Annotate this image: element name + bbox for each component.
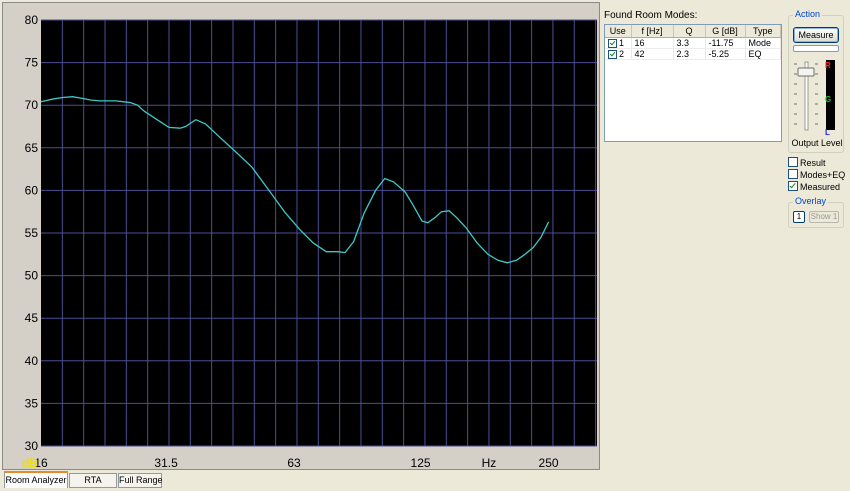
column-header-frequency[interactable]: f [Hz] bbox=[631, 25, 674, 38]
tab-rta[interactable]: RTA bbox=[69, 473, 117, 488]
y-tick-label: 70 bbox=[25, 98, 39, 112]
y-tick-label: 50 bbox=[25, 269, 39, 283]
modes-eq-checkbox[interactable] bbox=[788, 169, 798, 179]
room-modes-list[interactable]: Use f [Hz] Q G [dB] Type 1 16 3.3 -11.75… bbox=[604, 24, 782, 142]
use-checkbox[interactable] bbox=[608, 39, 617, 49]
overlay-group: Overlay 1 Show 1 bbox=[788, 196, 844, 228]
use-cell[interactable]: 2 bbox=[605, 48, 632, 61]
use-checkbox[interactable] bbox=[608, 50, 617, 60]
column-header-type[interactable]: Type bbox=[745, 25, 781, 38]
x-tick-label: 63 bbox=[287, 456, 301, 470]
y-tick-label: 30 bbox=[25, 439, 39, 453]
measure-progress-bar bbox=[793, 45, 839, 52]
x-tick-label: 125 bbox=[411, 456, 431, 470]
column-header-q[interactable]: Q bbox=[673, 25, 706, 38]
gain-cell: -11.75 bbox=[705, 37, 746, 50]
room-modes-title: Found Room Modes: bbox=[604, 10, 698, 21]
y-tick-label: 75 bbox=[25, 56, 39, 70]
result-checkbox-row[interactable]: Result bbox=[788, 157, 826, 168]
frequency-cell: 16 bbox=[631, 37, 674, 50]
modes-eq-checkbox-row[interactable]: Modes+EQ bbox=[788, 169, 845, 180]
output-level-slider-thumb[interactable] bbox=[797, 67, 815, 77]
action-legend: Action bbox=[793, 9, 823, 19]
use-cell[interactable]: 1 bbox=[605, 37, 632, 50]
y-tick-label: 55 bbox=[25, 226, 39, 240]
table-row[interactable]: 2 42 2.3 -5.25 EQ bbox=[605, 48, 781, 61]
x-tick-label: 250 bbox=[539, 456, 559, 470]
measure-button[interactable]: Measure bbox=[793, 27, 839, 43]
table-row[interactable]: 1 16 3.3 -11.75 Mode bbox=[605, 37, 781, 50]
plot-canvas: 807570656055504540353016 31.5 63 125 Hz 250dB bbox=[22, 13, 597, 470]
tab-full-range[interactable]: Full Range bbox=[118, 473, 163, 488]
table-header-row: Use f [Hz] Q G [dB] Type bbox=[605, 25, 781, 38]
result-label: Result bbox=[800, 158, 826, 168]
mode-index: 1 bbox=[619, 38, 625, 48]
meter-letter-r: R bbox=[825, 61, 831, 70]
frequency-cell: 42 bbox=[631, 48, 674, 61]
gain-cell: -5.25 bbox=[705, 48, 746, 61]
x-tick-label: 31.5 bbox=[154, 456, 178, 470]
y-unit-label: dB bbox=[22, 456, 38, 470]
y-tick-label: 65 bbox=[25, 141, 39, 155]
y-tick-label: 35 bbox=[25, 396, 39, 410]
overlay-legend: Overlay bbox=[793, 196, 829, 206]
measured-label: Measured bbox=[800, 182, 841, 192]
frequency-response-plot: 80 75 70 65 60 55 50 45 40 35 30 16 31.5 63 125 Hz 250 dB bbox=[2, 2, 600, 470]
q-cell: 3.3 bbox=[673, 37, 706, 50]
modes-eq-label: Modes+EQ bbox=[800, 170, 846, 180]
q-cell: 2.3 bbox=[673, 48, 706, 61]
y-tick-label: 80 bbox=[25, 13, 39, 27]
x-unit-label: Hz bbox=[482, 456, 497, 470]
output-level-label: Output Level bbox=[791, 138, 843, 148]
column-header-gain[interactable]: G [dB] bbox=[705, 25, 746, 38]
meter-letter-l: L bbox=[825, 128, 830, 136]
overlay-slot-1-button[interactable]: 1 bbox=[793, 211, 805, 223]
show-overlay-button[interactable]: Show 1 bbox=[809, 211, 839, 223]
action-group: Action Measure R G L Output Level bbox=[788, 9, 844, 153]
type-cell: EQ bbox=[745, 48, 781, 61]
measured-checkbox-row[interactable]: Measured bbox=[788, 181, 840, 192]
type-cell: Mode bbox=[745, 37, 781, 50]
column-header-use[interactable]: Use bbox=[605, 25, 632, 38]
room-modes-table: Use f [Hz] Q G [dB] Type 1 16 3.3 -11.75… bbox=[605, 25, 781, 61]
y-tick-label: 60 bbox=[25, 183, 39, 197]
output-level-controls: R G L bbox=[794, 60, 835, 136]
mode-index: 2 bbox=[619, 49, 625, 60]
result-checkbox[interactable] bbox=[788, 157, 798, 167]
measured-checkbox[interactable] bbox=[788, 181, 798, 191]
tab-room-analyzer[interactable]: Room Analyzer bbox=[4, 471, 68, 488]
room-modes-panel: Found Room Modes: Use f [Hz] Q G [dB] Ty… bbox=[604, 10, 784, 142]
meter-letter-g: G bbox=[825, 95, 831, 104]
y-tick-label: 45 bbox=[25, 311, 39, 325]
tab-bar: Room Analyzer RTA Full Range bbox=[2, 471, 848, 489]
y-tick-label: 40 bbox=[25, 354, 39, 368]
